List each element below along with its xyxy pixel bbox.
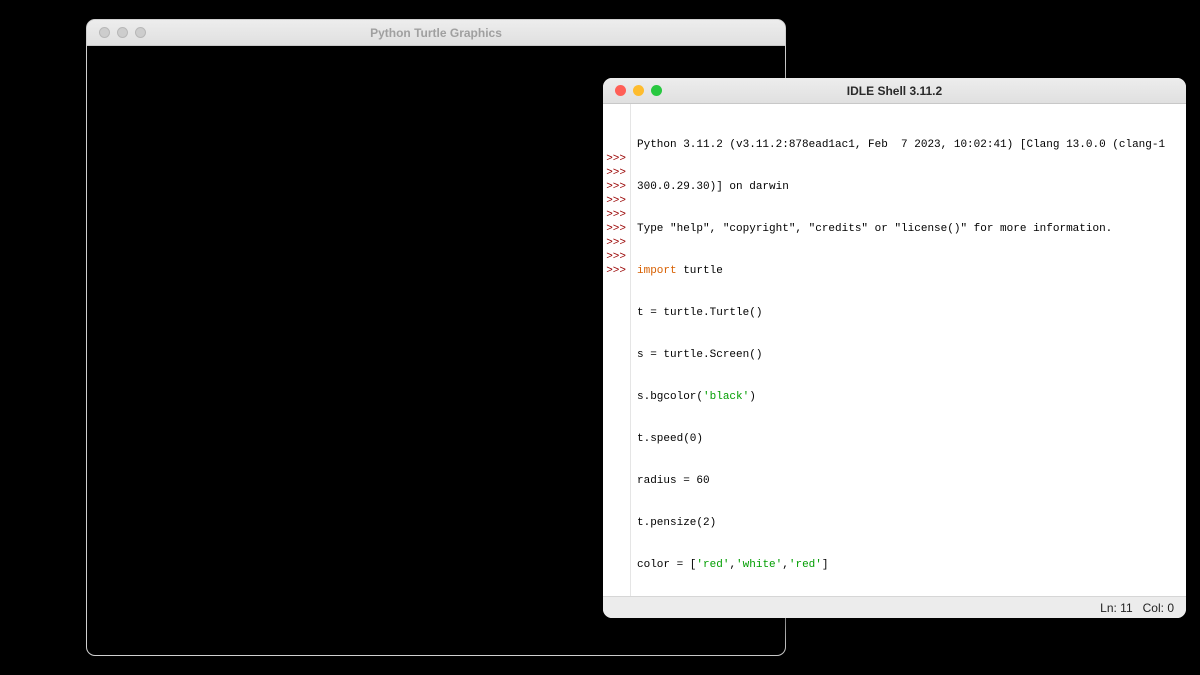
prompt: >>>: [603, 208, 626, 222]
banner-line: Type "help", "copyright", "credits" or "…: [637, 222, 1178, 236]
prompt: >>>: [603, 250, 626, 264]
status-col: Col: 0: [1143, 601, 1174, 615]
close-icon[interactable]: [615, 85, 626, 96]
prompt: >>>: [603, 222, 626, 236]
string-literal: 'black': [703, 391, 749, 403]
code-line: s = turtle.Screen(): [637, 348, 1178, 362]
keyword-import: import: [637, 265, 677, 277]
prompt: >>>: [603, 152, 626, 166]
prompt: >>>: [603, 264, 626, 278]
prompt: >>>: [603, 166, 626, 180]
fullscreen-icon[interactable]: [135, 27, 146, 38]
prompt: >>>: [603, 236, 626, 250]
prompt-gutter: >>> >>> >>> >>> >>> >>> >>> >>> >>>: [603, 104, 631, 596]
code-line: t = turtle.Turtle(): [637, 306, 1178, 320]
fullscreen-icon[interactable]: [651, 85, 662, 96]
idle-shell-body[interactable]: >>> >>> >>> >>> >>> >>> >>> >>> >>> Pyth…: [603, 104, 1186, 596]
string-literal: 'white': [736, 559, 782, 571]
minimize-icon[interactable]: [117, 27, 128, 38]
status-line: Ln: 11: [1100, 601, 1132, 615]
prompt: >>>: [603, 180, 626, 194]
banner-line: 300.0.29.30)] on darwin: [637, 180, 1178, 194]
string-literal: 'red': [696, 559, 729, 571]
string-literal: 'red': [789, 559, 822, 571]
code-line: import turtle: [637, 264, 1178, 278]
code-line: color = ['red','white','red']: [637, 558, 1178, 572]
window-controls: [87, 27, 146, 38]
idle-shell-window[interactable]: IDLE Shell 3.11.2 >>> >>> >>> >>> >>> >>…: [603, 78, 1186, 618]
code-line: t.speed(0): [637, 432, 1178, 446]
close-icon[interactable]: [99, 27, 110, 38]
code-line: s.bgcolor('black'): [637, 390, 1178, 404]
idle-window-title: IDLE Shell 3.11.2: [603, 84, 1186, 98]
minimize-icon[interactable]: [633, 85, 644, 96]
idle-titlebar[interactable]: IDLE Shell 3.11.2: [603, 78, 1186, 104]
code-line: radius = 60: [637, 474, 1178, 488]
window-controls: [603, 85, 662, 96]
code-area[interactable]: Python 3.11.2 (v3.11.2:878ead1ac1, Feb 7…: [631, 104, 1186, 596]
idle-statusbar: Ln: 11 Col: 0: [603, 596, 1186, 618]
banner-line: Python 3.11.2 (v3.11.2:878ead1ac1, Feb 7…: [637, 138, 1178, 152]
prompt: >>>: [603, 194, 626, 208]
turtle-window-title: Python Turtle Graphics: [87, 26, 785, 40]
turtle-titlebar[interactable]: Python Turtle Graphics: [87, 20, 785, 46]
code-line: t.pensize(2): [637, 516, 1178, 530]
